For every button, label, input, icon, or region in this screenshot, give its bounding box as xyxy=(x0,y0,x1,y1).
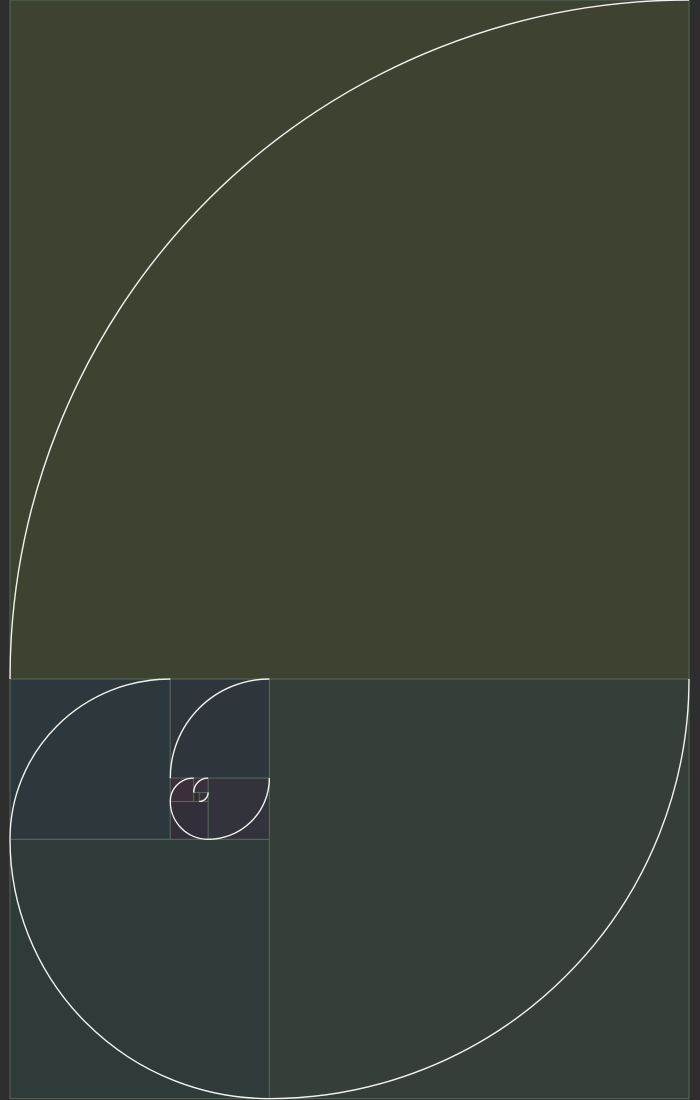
golden-spiral-diagram xyxy=(0,0,700,1100)
right-edge-strip xyxy=(689,0,700,1100)
fibonacci-square-1 xyxy=(9,0,690,680)
fibonacci-square-6 xyxy=(207,777,270,840)
fibonacci-squares xyxy=(9,0,690,1100)
left-edge-strip xyxy=(0,0,10,1100)
fibonacci-square-5 xyxy=(169,678,270,779)
fibonacci-square-4 xyxy=(9,678,171,840)
fibonacci-square-2 xyxy=(268,678,690,1100)
fibonacci-square-3 xyxy=(9,838,270,1100)
